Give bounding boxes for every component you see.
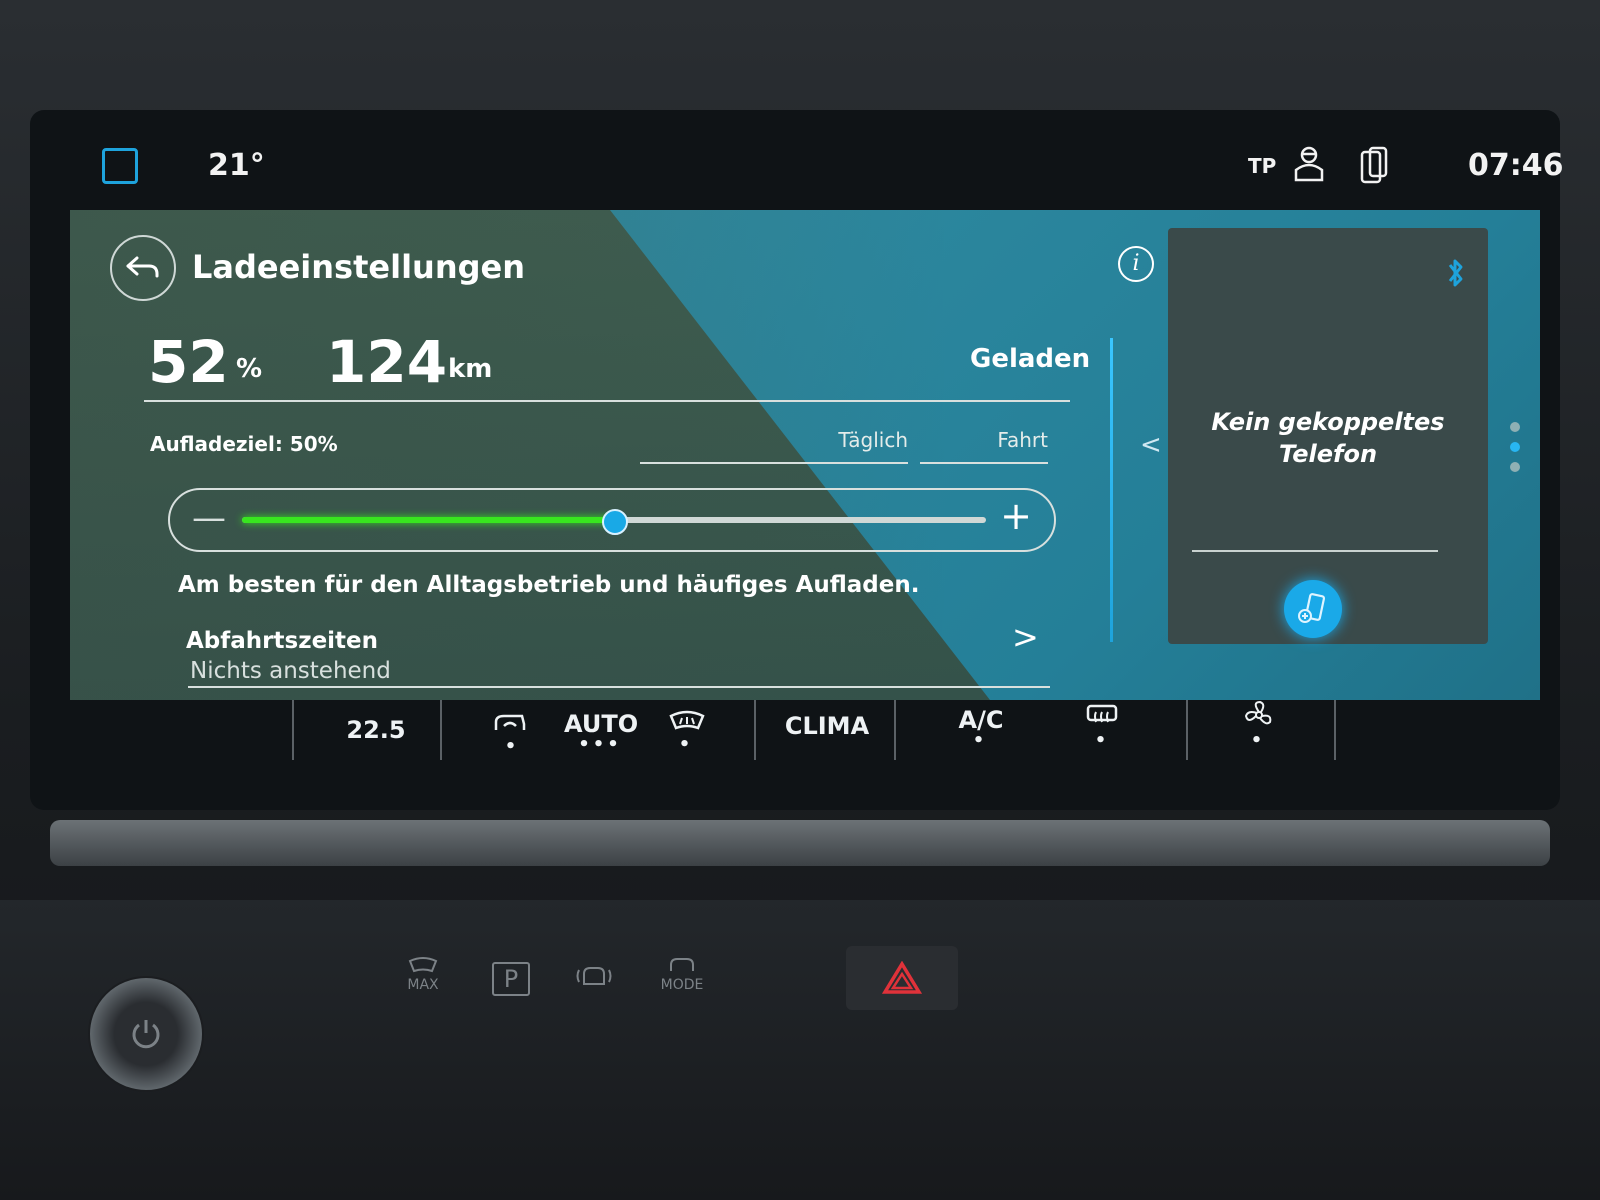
- power-icon: [132, 1020, 160, 1049]
- divider: [144, 400, 1070, 402]
- front-defrost-icon[interactable]: [668, 708, 706, 734]
- dashboard-trim: [50, 820, 1550, 866]
- page-dot[interactable]: [1510, 462, 1520, 472]
- status-bar: 21° TP 07:46: [30, 110, 1564, 210]
- indicator-dot: •: [1250, 730, 1266, 751]
- max-defrost-button[interactable]: MAX: [398, 955, 448, 993]
- phone-widget: Kein gekoppeltes Telefon: [1168, 228, 1488, 644]
- center-console: [0, 900, 1600, 1200]
- info-icon[interactable]: i: [1118, 246, 1154, 282]
- driver-profile-icon[interactable]: [1292, 146, 1326, 182]
- indicator-dot: •: [504, 736, 520, 757]
- separator: [440, 700, 442, 760]
- charge-settings-page: Ladeeinstellungen i 52 % 124 km Geladen …: [70, 210, 1540, 700]
- charge-target-description: Am besten für den Alltagsbetrieb und häu…: [178, 572, 920, 598]
- separator: [1334, 700, 1336, 760]
- increase-button[interactable]: +: [1000, 494, 1032, 538]
- battery-range: 124: [326, 328, 448, 396]
- mode-label: MODE: [660, 977, 704, 993]
- widget-page-indicator[interactable]: [1510, 422, 1520, 482]
- park-assist-button[interactable]: P: [492, 962, 530, 996]
- rear-defrost-icon[interactable]: [1084, 702, 1120, 730]
- clock: 07:46: [1468, 148, 1564, 183]
- climate-bar: 22.5 • AUTO ••• • CLIMA A/C • • •: [280, 700, 1380, 788]
- charge-target-slider[interactable]: — +: [168, 488, 1056, 552]
- departure-times-title[interactable]: Abfahrtszeiten: [186, 628, 378, 654]
- home-icon[interactable]: [102, 148, 138, 184]
- charge-target-label: Aufladeziel: 50%: [150, 432, 338, 456]
- recirculation-icon[interactable]: [490, 710, 530, 736]
- power-volume-knob[interactable]: [88, 976, 204, 1092]
- slider-thumb[interactable]: [602, 509, 628, 535]
- divider: [1192, 550, 1438, 552]
- traffic-program-indicator: TP: [1248, 154, 1277, 178]
- no-paired-phone-message: Kein gekoppeltes Telefon: [1211, 408, 1445, 468]
- indicator-dot: •: [972, 730, 988, 751]
- add-phone-icon: [1298, 593, 1326, 623]
- slider-fill: [242, 517, 614, 523]
- parking-sensor-button[interactable]: [572, 962, 616, 994]
- separator: [1186, 700, 1188, 760]
- hazard-icon: [882, 961, 922, 994]
- bluetooth-icon: [1448, 259, 1463, 287]
- separator: [894, 700, 896, 760]
- slider-track[interactable]: [242, 509, 986, 535]
- battery-percent: 52: [148, 328, 229, 396]
- tab-daily[interactable]: Täglich: [640, 428, 908, 464]
- battery-range-unit: km: [448, 354, 493, 384]
- drive-mode-button[interactable]: MODE: [654, 955, 710, 993]
- hazard-lights-button[interactable]: [846, 946, 958, 1010]
- decrease-button[interactable]: —: [192, 498, 226, 538]
- phone-mirror-icon[interactable]: [1358, 146, 1390, 186]
- tab-drive[interactable]: Fahrt: [920, 428, 1048, 464]
- fan-icon[interactable]: [1242, 700, 1276, 730]
- page-dot[interactable]: [1510, 422, 1520, 432]
- charge-status: Geladen: [970, 344, 1091, 374]
- separator: [754, 700, 756, 760]
- divider: [188, 686, 1050, 688]
- indicator-dot: •: [1094, 730, 1110, 751]
- departure-times-status: Nichts anstehend: [190, 658, 391, 684]
- page-title: Ladeeinstellungen: [192, 248, 525, 286]
- outside-temperature: 21°: [208, 148, 265, 183]
- car-mode-icon: [670, 958, 694, 971]
- pair-phone-button[interactable]: [1284, 580, 1342, 638]
- max-defrost-icon: [408, 957, 438, 973]
- chevron-right-icon[interactable]: >: [1012, 618, 1039, 656]
- back-arrow-icon: [126, 256, 159, 278]
- panel-separator: [1110, 338, 1113, 642]
- back-button[interactable]: [110, 235, 176, 301]
- parking-sensor-icon: [576, 967, 612, 985]
- chevron-left-icon[interactable]: <: [1140, 430, 1162, 460]
- indicator-dot: •: [678, 734, 694, 755]
- max-label: MAX: [407, 977, 439, 993]
- auto-level-indicator: •••: [578, 734, 622, 755]
- clima-button[interactable]: CLIMA: [784, 712, 870, 740]
- battery-percent-unit: %: [236, 354, 263, 384]
- set-temperature[interactable]: 22.5: [336, 716, 416, 744]
- page-dot-active[interactable]: [1510, 442, 1520, 452]
- separator: [292, 700, 294, 760]
